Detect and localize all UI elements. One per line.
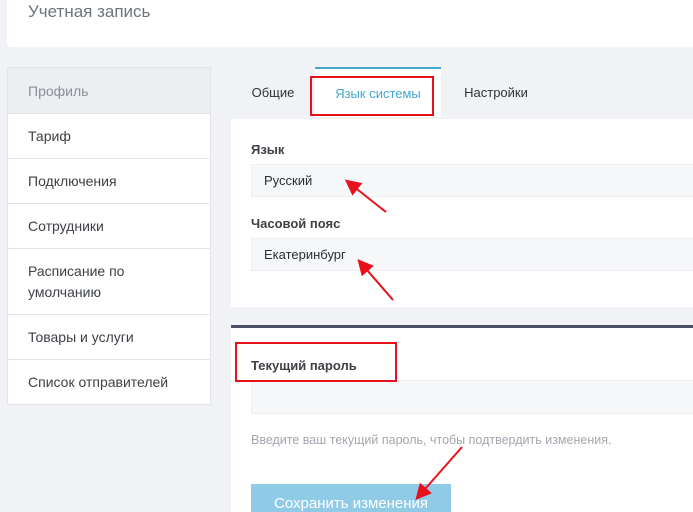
current-password-input[interactable] bbox=[251, 380, 693, 414]
page-title: Учетная запись bbox=[28, 2, 151, 21]
sidebar-item-tariff[interactable]: Тариф bbox=[8, 113, 210, 158]
save-changes-button[interactable]: Сохранить изменения bbox=[251, 484, 451, 512]
sidebar-item-goods-services[interactable]: Товары и услуги bbox=[8, 314, 210, 359]
timezone-select[interactable]: Екатеринбург bbox=[251, 238, 693, 271]
language-label: Язык bbox=[251, 142, 285, 157]
timezone-label: Часовой пояс bbox=[251, 216, 341, 231]
sidebar-item-connections[interactable]: Подключения bbox=[8, 158, 210, 203]
sidebar-item-sender-list[interactable]: Список отправителей bbox=[8, 359, 210, 404]
language-card: Язык Русский Часовой пояс Екатеринбург bbox=[231, 119, 693, 307]
tab-system-language[interactable]: Язык системы bbox=[315, 67, 441, 117]
page-header: Учетная запись bbox=[7, 0, 693, 47]
current-password-label: Текущий пароль bbox=[251, 358, 357, 373]
sidebar-item-employees[interactable]: Сотрудники bbox=[8, 203, 210, 248]
sidebar-item-profile[interactable]: Профиль bbox=[8, 68, 210, 113]
sidebar-item-default-schedule[interactable]: Расписание по умолчанию bbox=[8, 248, 210, 314]
tab-settings[interactable]: Настройки bbox=[441, 67, 551, 117]
tab-general[interactable]: Общие bbox=[231, 67, 315, 117]
password-card: Текущий пароль Введите ваш текущий парол… bbox=[231, 325, 693, 512]
settings-sidebar: Профиль Тариф Подключения Сотрудники Рас… bbox=[7, 67, 211, 405]
language-select[interactable]: Русский bbox=[251, 164, 693, 197]
password-hint: Введите ваш текущий пароль, чтобы подтве… bbox=[251, 433, 612, 447]
